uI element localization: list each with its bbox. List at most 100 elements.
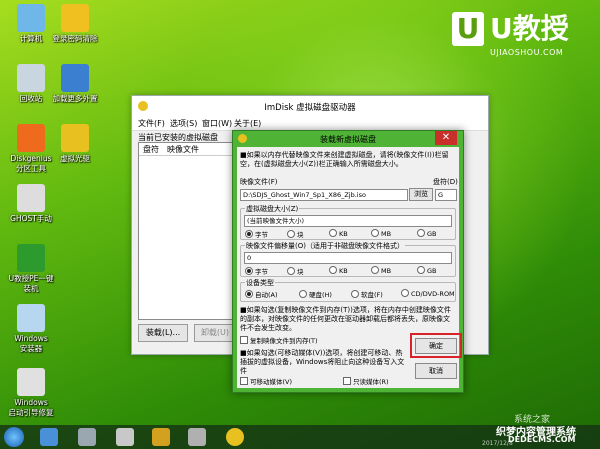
desktop-shortcut-label: Windows 安装器 bbox=[14, 334, 48, 353]
u-jiaoshou-icon bbox=[17, 244, 45, 272]
copy-to-memory-checkbox[interactable]: 复制映像文件到内存(T) bbox=[240, 335, 318, 345]
removable-label: 可移动媒体(V) bbox=[250, 378, 293, 386]
diskgenius-icon bbox=[17, 124, 45, 152]
imdisk-icon[interactable] bbox=[188, 428, 206, 446]
unmount-button[interactable]: 卸载(U) bbox=[194, 324, 236, 342]
menu-file[interactable]: 文件(F) bbox=[138, 118, 165, 129]
ghost-icon bbox=[17, 184, 45, 212]
offset-unit-kb-label: KB bbox=[339, 267, 348, 275]
dialog-titlebar[interactable]: 装载新虚拟磁盘 ✕ bbox=[233, 131, 463, 147]
menu-options[interactable]: 选项(S) bbox=[170, 118, 197, 129]
desktop-shortcut-label: 登录密码清除 bbox=[52, 34, 98, 43]
offset-unit-gb[interactable]: GB bbox=[417, 266, 437, 275]
device-cdrom-label: CD/DVD-ROM bbox=[411, 290, 455, 298]
offset-group-label: 映像文件偏移量(O)（适用于非磁盘映像文件格式） bbox=[245, 241, 405, 251]
size-unit-gb-label: GB bbox=[427, 230, 437, 238]
menu-window[interactable]: 窗口(W) bbox=[202, 118, 232, 129]
window-titlebar[interactable]: ImDisk 虚拟磁盘驱动器 bbox=[132, 96, 488, 116]
disc-icon[interactable] bbox=[226, 428, 244, 446]
tools-icon[interactable] bbox=[78, 428, 96, 446]
watermark-line3: DEDECMS.COM bbox=[508, 435, 576, 444]
desktop-shortcut-boot-repair[interactable]: Windows 启动引导修复 bbox=[2, 368, 60, 418]
menu-about[interactable]: 关于(E) bbox=[234, 118, 261, 129]
size-unit-kb-label: KB bbox=[339, 230, 348, 238]
close-button[interactable]: ✕ bbox=[435, 131, 457, 145]
offset-input[interactable]: 0 bbox=[244, 252, 452, 264]
size-unit-blocks[interactable]: 块 bbox=[287, 229, 304, 239]
dialog-body: ■如果以内存代替映像文件来创建虚拟磁盘，请将(映像文件(I))栏留空，在(虚拟磁… bbox=[237, 147, 462, 388]
desktop-shortcut-key[interactable]: 登录密码清除 bbox=[46, 4, 104, 44]
puzzle-icon bbox=[61, 64, 89, 92]
offset-unit-gb-label: GB bbox=[427, 267, 437, 275]
drive-letter-input[interactable]: G bbox=[435, 189, 457, 201]
readonly-checkbox[interactable]: 只读媒体(R) bbox=[343, 376, 389, 386]
desktop-shortcut-puzzle[interactable]: 加载更多外置 bbox=[46, 64, 104, 104]
size-unit-gb[interactable]: GB bbox=[417, 229, 437, 238]
device-floppy[interactable]: 软盘(F) bbox=[351, 289, 383, 299]
cancel-button[interactable]: 取消 bbox=[415, 363, 457, 379]
desktop-shortcut-ghost[interactable]: GHOST手动 bbox=[2, 184, 60, 224]
drive-icon[interactable] bbox=[116, 428, 134, 446]
desktop-shortcut-u-jiaoshou[interactable]: U教授PE一键 装机 bbox=[2, 244, 60, 294]
desktop-shortcut-label: Windows 启动引导修复 bbox=[8, 398, 54, 417]
offset-unit-bytes[interactable]: 字节 bbox=[245, 266, 268, 276]
desktop-shortcut-label: GHOST手动 bbox=[10, 214, 52, 223]
mount-dialog: 装载新虚拟磁盘 ✕ ■如果以内存代替映像文件来创建虚拟磁盘，请将(映像文件(I)… bbox=[232, 130, 464, 393]
size-unit-bytes[interactable]: 字节 bbox=[245, 229, 268, 239]
offset-unit-blocks-label: 块 bbox=[297, 268, 304, 276]
browse-button[interactable]: 浏览 bbox=[409, 188, 433, 201]
highlight-box bbox=[410, 333, 462, 358]
column-image-file[interactable]: 映像文件 bbox=[167, 144, 199, 155]
disk-list[interactable]: 盘符 映像文件 bbox=[138, 142, 240, 320]
desktop-icon[interactable] bbox=[40, 428, 58, 446]
device-type-group: 设备类型 自动(A) 硬盘(H) 软盘(F) CD/DVD-ROM bbox=[240, 278, 456, 302]
offset-unit-mb[interactable]: MB bbox=[371, 266, 391, 275]
device-harddisk-label: 硬盘(H) bbox=[309, 291, 332, 299]
taskbar-date: 2017/12/8 bbox=[482, 440, 513, 447]
logo-domain: UJIAOSHOU.COM bbox=[490, 48, 564, 57]
size-input[interactable]: (当前映像文件大小) bbox=[244, 215, 452, 227]
device-harddisk[interactable]: 硬盘(H) bbox=[299, 289, 332, 299]
size-unit-bytes-label: 字节 bbox=[255, 231, 268, 239]
size-unit-kb[interactable]: KB bbox=[329, 229, 348, 238]
window-title: ImDisk 虚拟磁盘驱动器 bbox=[264, 103, 356, 113]
mount-button[interactable]: 装载(L)... bbox=[138, 324, 188, 342]
device-auto-label: 自动(A) bbox=[255, 291, 278, 299]
offset-unit-kb[interactable]: KB bbox=[329, 266, 348, 275]
offset-unit-blocks[interactable]: 块 bbox=[287, 266, 304, 276]
size-group: 虚拟磁盘大小(Z) (当前映像文件大小) 字节 块 KB MB GB bbox=[240, 204, 456, 240]
device-type-label: 设备类型 bbox=[245, 278, 275, 288]
image-file-input[interactable]: D:\SDJS_Ghost_Win7_Sp1_X86_Zjb.iso bbox=[240, 189, 408, 201]
list-header: 盘符 映像文件 bbox=[139, 143, 239, 156]
menu-bar: 文件(F) 选项(S) 窗口(W) 关于(E) bbox=[132, 116, 488, 131]
watermark: 系统之家 织梦内容管理系统 DEDECMS.COM 2017/12/8 bbox=[478, 410, 598, 447]
recycle-bin-icon bbox=[17, 64, 45, 92]
desktop-shortcut-windows-installer[interactable]: Windows 安装器 bbox=[2, 304, 60, 354]
device-auto[interactable]: 自动(A) bbox=[245, 289, 278, 299]
computer-icon bbox=[17, 4, 45, 32]
column-drive[interactable]: 盘符 bbox=[143, 144, 159, 155]
device-cdrom[interactable]: CD/DVD-ROM bbox=[401, 289, 455, 298]
copy-note-text: ■如果勾选(复制映像文件到内存(T))选项，将在内存中创建映像文件的副本，对映像… bbox=[240, 306, 451, 332]
image-file-label: 映像文件(F) bbox=[240, 178, 278, 186]
readonly-label: 只读媒体(R) bbox=[353, 378, 389, 386]
size-group-label: 虚拟磁盘大小(Z) bbox=[245, 204, 300, 214]
start-orb-icon[interactable] bbox=[4, 427, 24, 447]
size-unit-mb-label: MB bbox=[381, 230, 392, 238]
size-unit-mb[interactable]: MB bbox=[371, 229, 391, 238]
offset-group: 映像文件偏移量(O)（适用于非磁盘映像文件格式） 0 字节 块 KB MB GB bbox=[240, 241, 456, 277]
logo-mark: U bbox=[452, 12, 484, 46]
offset-unit-mb-label: MB bbox=[381, 267, 392, 275]
copy-to-memory-label: 复制映像文件到内存(T) bbox=[250, 337, 318, 345]
disc-icon bbox=[61, 124, 89, 152]
puzzle-icon[interactable] bbox=[152, 428, 170, 446]
desktop-shortcut-label: U教授PE一键 装机 bbox=[8, 274, 54, 293]
intro-text: ■如果以内存代替映像文件来创建虚拟磁盘，请将(映像文件(I))栏留空，在(虚拟磁… bbox=[240, 151, 449, 168]
removable-checkbox[interactable]: 可移动媒体(V) bbox=[240, 376, 292, 386]
dialog-title: 装载新虚拟磁盘 bbox=[320, 135, 376, 144]
boot-repair-icon bbox=[17, 368, 45, 396]
desktop-shortcut-disc[interactable]: 虚拟光驱 bbox=[46, 124, 104, 164]
logo-name: U教授 bbox=[490, 12, 569, 45]
key-icon bbox=[61, 4, 89, 32]
size-unit-blocks-label: 块 bbox=[297, 231, 304, 239]
